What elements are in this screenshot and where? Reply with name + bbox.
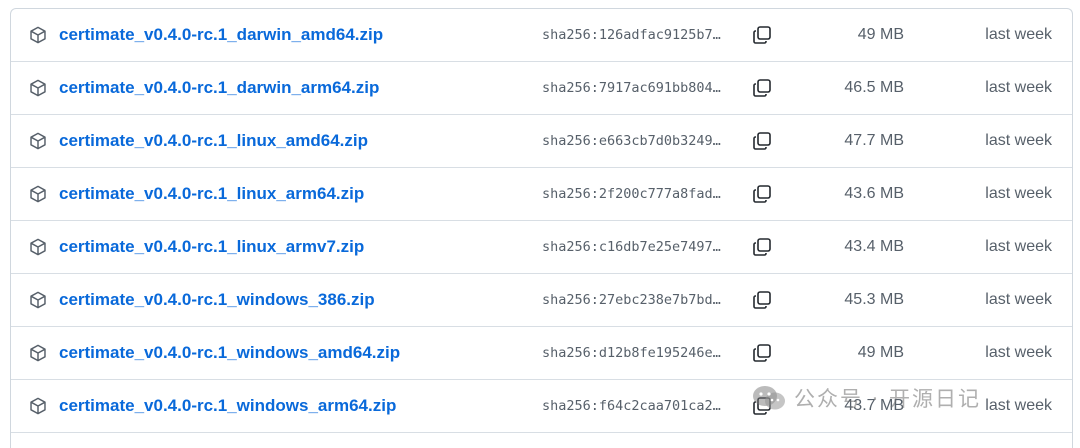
package-icon xyxy=(29,397,47,415)
asset-size: 43.6 MB xyxy=(844,185,904,202)
package-icon xyxy=(29,291,47,309)
asset-row: certimate_v0.4.0-rc.1_windows_386.zip sh… xyxy=(11,274,1072,327)
release-assets-list: certimate_v0.4.0-rc.1_darwin_amd64.zip s… xyxy=(10,8,1073,448)
asset-row: certimate_v0.4.0-rc.1_linux_amd64.zip sh… xyxy=(11,115,1072,168)
copy-icon[interactable] xyxy=(751,289,773,311)
asset-row: certimate_v0.4.0-rc.1_darwin_arm64.zip s… xyxy=(11,62,1072,115)
asset-row: certimate_v0.4.0-rc.1_linux_armv7.zip sh… xyxy=(11,221,1072,274)
asset-row: certimate_v0.4.0-rc.1_windows_arm64.zip … xyxy=(11,380,1072,433)
asset-size: 49 MB xyxy=(857,26,904,43)
asset-date: last week xyxy=(985,185,1052,202)
asset-date: last week xyxy=(985,132,1052,149)
asset-sha256: sha256:2f200c777a8fad… xyxy=(542,186,721,202)
package-icon xyxy=(29,238,47,256)
asset-sha256: sha256:d12b8fe195246e… xyxy=(542,345,721,361)
copy-icon[interactable] xyxy=(751,236,773,258)
asset-size: 43.4 MB xyxy=(844,238,904,255)
asset-sha256: sha256:27ebc238e7b7bd… xyxy=(542,292,721,308)
asset-date: last week xyxy=(985,79,1052,96)
package-icon xyxy=(29,79,47,97)
asset-download-link[interactable]: certimate_v0.4.0-rc.1_darwin_amd64.zip xyxy=(59,9,383,61)
copy-icon[interactable] xyxy=(751,395,773,417)
package-icon xyxy=(29,132,47,150)
asset-date: last week xyxy=(985,397,1052,414)
asset-size: 49 MB xyxy=(857,344,904,361)
copy-icon[interactable] xyxy=(751,183,773,205)
asset-download-link[interactable]: certimate_v0.4.0-rc.1_linux_armv7.zip xyxy=(59,221,364,273)
asset-date: last week xyxy=(985,238,1052,255)
asset-sha256: sha256:126adfac9125b7… xyxy=(542,27,721,43)
asset-download-link[interactable]: certimate_v0.4.0-rc.1_darwin_arm64.zip xyxy=(59,62,379,114)
copy-icon[interactable] xyxy=(751,77,773,99)
copy-icon[interactable] xyxy=(751,24,773,46)
asset-download-link[interactable]: certimate_v0.4.0-rc.1_windows_arm64.zip xyxy=(59,380,396,432)
package-icon xyxy=(29,185,47,203)
asset-download-link[interactable]: certimate_v0.4.0-rc.1_windows_amd64.zip xyxy=(59,327,400,379)
asset-row: certimate_v0.4.0-rc.1_windows_amd64.zip … xyxy=(11,327,1072,380)
asset-size: 43.7 MB xyxy=(844,397,904,414)
asset-sha256: sha256:c16db7e25e7497… xyxy=(542,239,721,255)
copy-icon[interactable] xyxy=(751,130,773,152)
asset-date: last week xyxy=(985,344,1052,361)
copy-icon[interactable] xyxy=(751,342,773,364)
asset-download-link[interactable]: certimate_v0.4.0-rc.1_linux_arm64.zip xyxy=(59,168,364,220)
asset-sha256: sha256:e663cb7d0b3249… xyxy=(542,133,721,149)
asset-size: 47.7 MB xyxy=(844,132,904,149)
asset-sha256: sha256:f64c2caa701ca2… xyxy=(542,398,721,414)
package-icon xyxy=(29,344,47,362)
asset-row: certimate_v0.4.0-rc.1_darwin_amd64.zip s… xyxy=(11,9,1072,62)
asset-download-link[interactable]: certimate_v0.4.0-rc.1_windows_386.zip xyxy=(59,274,375,326)
asset-date: last week xyxy=(985,291,1052,308)
asset-download-link[interactable]: certimate_v0.4.0-rc.1_linux_amd64.zip xyxy=(59,115,368,167)
asset-date: last week xyxy=(985,26,1052,43)
package-icon xyxy=(29,26,47,44)
asset-sha256: sha256:7917ac691bb804… xyxy=(542,80,721,96)
asset-size: 46.5 MB xyxy=(844,79,904,96)
asset-row: certimate_v0.4.0-rc.1_linux_arm64.zip sh… xyxy=(11,168,1072,221)
asset-size: 45.3 MB xyxy=(844,291,904,308)
